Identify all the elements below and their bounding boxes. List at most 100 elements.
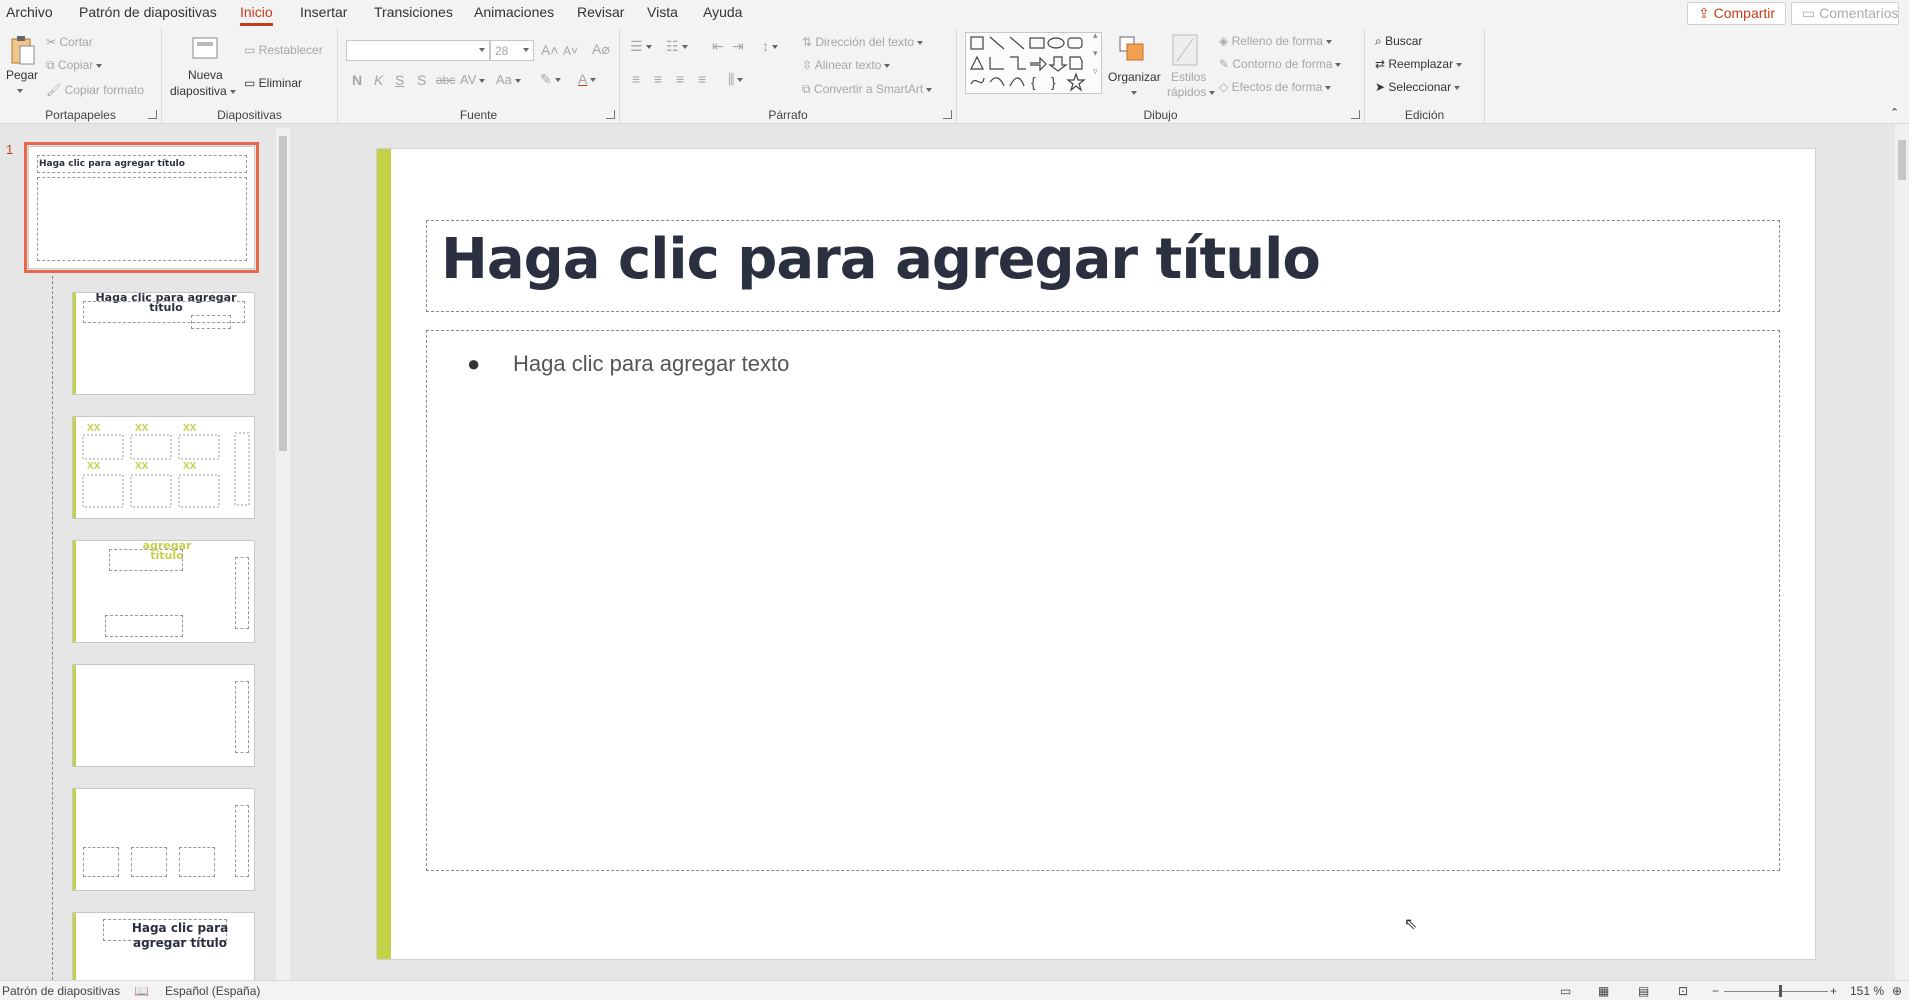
- new-slide-label-1[interactable]: Nueva: [188, 68, 223, 82]
- find-button[interactable]: ⌕ Buscar: [1375, 34, 1422, 49]
- shrink-font-icon[interactable]: A˅: [563, 44, 578, 58]
- arrange-dropdown-icon[interactable]: [1128, 85, 1137, 99]
- char-spacing-button[interactable]: AV: [460, 72, 486, 87]
- align-right-icon[interactable]: ≡: [676, 71, 684, 87]
- arrange-button[interactable]: Organizar: [1108, 70, 1161, 84]
- clipboard-launcher-icon[interactable]: [148, 110, 157, 119]
- fit-to-window-icon[interactable]: ⊕: [1892, 984, 1902, 998]
- align-text-button[interactable]: ⇳ Alinear texto: [802, 58, 891, 72]
- slideshow-view-icon[interactable]: ⊡: [1678, 984, 1688, 998]
- status-language[interactable]: Español (España): [165, 984, 260, 998]
- zoom-slider-handle[interactable]: [1779, 985, 1782, 997]
- title-text[interactable]: Haga clic para agregar título: [441, 227, 1321, 292]
- arrange-icon[interactable]: [1117, 34, 1147, 67]
- new-slide-button[interactable]: diapositiva: [170, 84, 236, 98]
- thumbnail-scroll-thumb[interactable]: [279, 136, 287, 451]
- body-placeholder[interactable]: ● Haga clic para agregar texto: [426, 330, 1780, 871]
- layout-thumbnail-5[interactable]: [72, 664, 255, 767]
- tab-revisar[interactable]: Revisar: [577, 4, 624, 20]
- tab-ayuda[interactable]: Ayuda: [703, 4, 742, 20]
- brush-icon: 🖌: [46, 83, 65, 97]
- line-spacing-icon[interactable]: ↕: [762, 38, 778, 54]
- gallery-more-icon[interactable]: ▿: [1093, 66, 1098, 77]
- main-scrollbar[interactable]: [1895, 124, 1909, 980]
- cut-button[interactable]: ✂ Cortar: [46, 35, 93, 49]
- zoom-slider[interactable]: [1724, 991, 1828, 992]
- quick-styles-label-1[interactable]: Estilos: [1171, 70, 1206, 84]
- new-slide-icon[interactable]: [190, 34, 220, 67]
- shape-effects-button[interactable]: ◇ Efectos de forma: [1219, 80, 1332, 94]
- text-direction-button[interactable]: ⇅ Dirección del texto: [802, 35, 924, 49]
- strikethrough-button[interactable]: abc: [436, 73, 455, 87]
- tab-inicio[interactable]: Inicio: [240, 4, 273, 26]
- sorter-view-icon[interactable]: ▦: [1598, 984, 1609, 998]
- paste-button[interactable]: Pegar: [6, 68, 38, 82]
- tab-animaciones[interactable]: Animaciones: [474, 4, 554, 20]
- tab-transiciones[interactable]: Transiciones: [374, 4, 453, 20]
- bullets-icon[interactable]: ☰: [630, 38, 652, 55]
- title-placeholder[interactable]: Haga clic para agregar título: [426, 220, 1780, 312]
- reset-button[interactable]: ▭ Restablecer: [244, 43, 323, 57]
- increase-indent-icon[interactable]: ⇥: [732, 38, 744, 55]
- body-text[interactable]: Haga clic para agregar texto: [513, 351, 789, 377]
- highlight-icon[interactable]: ✎: [540, 71, 561, 88]
- underline-button[interactable]: S: [395, 72, 404, 88]
- gallery-down-icon[interactable]: ▾: [1093, 48, 1098, 59]
- main-scroll-thumb[interactable]: [1898, 140, 1906, 180]
- italic-button[interactable]: K: [374, 72, 383, 88]
- selected-thumbnail-highlight: [24, 142, 259, 273]
- layout-thumbnail-2[interactable]: Haga clic para agregar título: [72, 292, 255, 395]
- share-button[interactable]: ⇪ Compartir: [1687, 2, 1786, 25]
- format-painter-button[interactable]: 🖌 Copiar formato: [46, 83, 144, 97]
- paste-icon[interactable]: [10, 34, 35, 65]
- decrease-indent-icon[interactable]: ⇤: [712, 38, 724, 55]
- font-name-dropdown[interactable]: [346, 40, 490, 61]
- editing-group: ⌕ Buscar ⇄ Reemplazar ➤ Seleccionar Edic…: [1365, 28, 1485, 124]
- gallery-up-icon[interactable]: ▴: [1093, 30, 1098, 41]
- normal-view-icon[interactable]: ▭: [1560, 984, 1571, 998]
- shape-fill-button[interactable]: ◈ Relleno de forma: [1219, 34, 1332, 48]
- tab-archivo[interactable]: Archivo: [6, 4, 53, 20]
- clear-format-icon[interactable]: A⌀: [592, 41, 610, 58]
- tab-patron-diapositivas[interactable]: Patrón de diapositivas: [79, 4, 217, 20]
- smartart-button[interactable]: ⧉ Convertir a SmartArt: [802, 82, 933, 97]
- slide-canvas[interactable]: Haga clic para agregar título ● Haga cli…: [376, 148, 1816, 960]
- change-case-button[interactable]: Aa: [496, 72, 521, 87]
- paste-dropdown-icon[interactable]: [14, 83, 23, 97]
- reading-view-icon[interactable]: ▤: [1638, 984, 1649, 998]
- justify-icon[interactable]: ≡: [698, 71, 706, 87]
- copy-button[interactable]: ⧉ Copiar: [46, 58, 103, 73]
- replace-button[interactable]: ⇄ Reemplazar: [1375, 57, 1463, 71]
- font-launcher-icon[interactable]: [606, 110, 615, 119]
- shadow-button[interactable]: S: [417, 72, 426, 88]
- quick-styles-icon[interactable]: [1171, 33, 1199, 70]
- font-color-icon[interactable]: A: [578, 71, 597, 87]
- zoom-out-icon[interactable]: −: [1712, 984, 1719, 998]
- delete-button[interactable]: ▭ Eliminar: [244, 76, 302, 90]
- layout-thumbnail-4[interactable]: agregar título: [72, 540, 255, 643]
- drawing-launcher-icon[interactable]: [1351, 110, 1360, 119]
- shape-outline-button[interactable]: ✎ Contorno de forma: [1219, 57, 1342, 71]
- select-button[interactable]: ➤ Seleccionar: [1375, 80, 1461, 94]
- columns-icon[interactable]: ⫼: [728, 71, 744, 88]
- tab-insertar[interactable]: Insertar: [300, 4, 347, 20]
- align-left-icon[interactable]: ≡: [632, 71, 640, 87]
- numbering-icon[interactable]: ☷: [666, 38, 688, 55]
- layout-thumbnail-6[interactable]: [72, 788, 255, 891]
- zoom-level[interactable]: 151 %: [1850, 984, 1884, 998]
- font-size-dropdown[interactable]: 28: [490, 40, 534, 61]
- comments-button[interactable]: ▭ Comentarios: [1791, 2, 1899, 25]
- grow-font-icon[interactable]: A˄: [541, 42, 559, 58]
- tab-vista[interactable]: Vista: [647, 4, 678, 20]
- spellcheck-icon[interactable]: 📖: [134, 984, 149, 998]
- paragraph-launcher-icon[interactable]: [943, 110, 952, 119]
- zoom-in-icon[interactable]: +: [1830, 984, 1837, 998]
- thumbnail-scrollbar[interactable]: [276, 128, 290, 980]
- align-center-icon[interactable]: ≡: [654, 71, 662, 87]
- quick-styles-button[interactable]: rápidos: [1167, 85, 1216, 99]
- shapes-gallery[interactable]: {}: [965, 32, 1102, 94]
- collapse-ribbon-icon[interactable]: ⌃: [1890, 106, 1899, 119]
- layout-thumbnail-7[interactable]: Haga clic para agregar título: [72, 912, 255, 982]
- layout-thumbnail-3[interactable]: XX XX XX XX XX XX: [72, 416, 255, 519]
- bold-button[interactable]: N: [352, 72, 362, 88]
